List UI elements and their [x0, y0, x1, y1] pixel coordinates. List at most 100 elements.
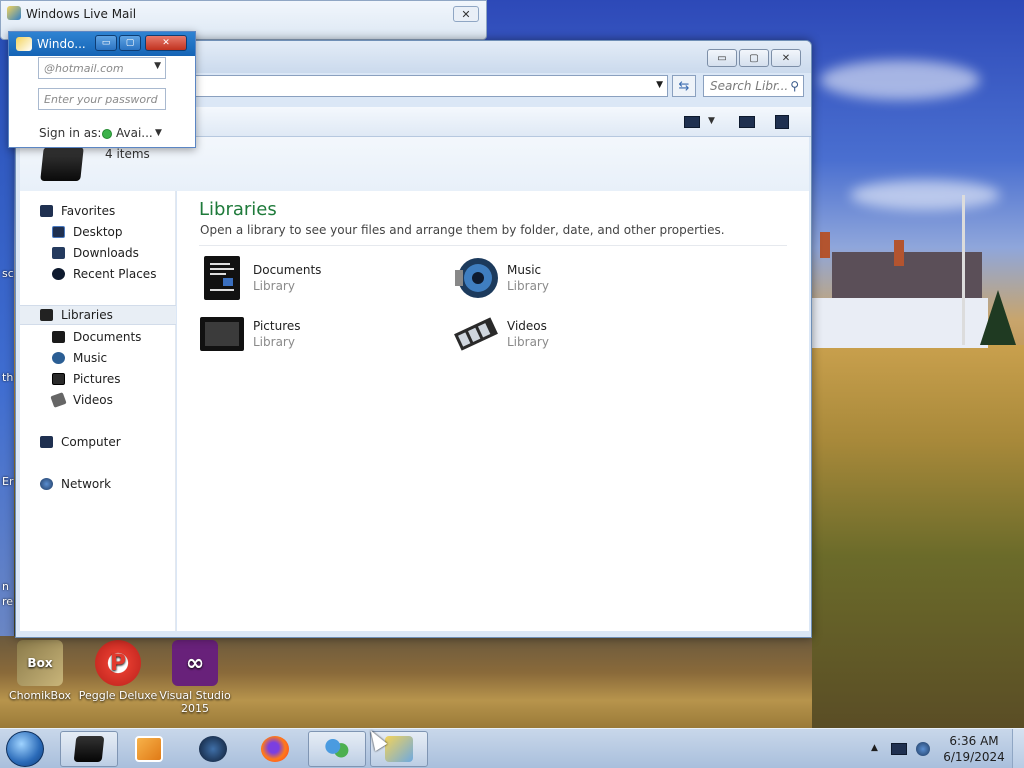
desktop-edge-text: n: [2, 580, 9, 593]
chevron-down-icon[interactable]: ▼: [154, 61, 161, 71]
music-icon: [52, 352, 65, 364]
recent-places-icon: [52, 268, 65, 280]
taskbar-file-explorer[interactable]: [60, 731, 118, 767]
taskbar-firefox[interactable]: [246, 731, 304, 767]
nav-label: Pictures: [73, 372, 121, 386]
library-name: Music: [507, 263, 542, 277]
libraries-icon: [40, 147, 84, 181]
show-desktop-button[interactable]: [1012, 729, 1024, 768]
desktop-icon: [52, 226, 65, 238]
sign-in-popup[interactable]: Windo... ▭ ▢ ✕ @hotmail.com ▼ Enter your…: [8, 31, 196, 148]
desktop-edge-text: Er: [2, 475, 14, 488]
nav-recent-places[interactable]: Recent Places: [20, 264, 176, 284]
nav-label: Videos: [73, 393, 113, 407]
nav-downloads[interactable]: Downloads: [20, 243, 176, 263]
library-item-music[interactable]: Music Library: [453, 255, 673, 305]
start-button[interactable]: [6, 731, 44, 767]
nav-libraries[interactable]: Libraries: [20, 305, 176, 325]
email-field[interactable]: @hotmail.com ▼: [38, 57, 166, 79]
desktop-icon-visual-studio[interactable]: ∞ Visual Studio 2015: [155, 640, 235, 715]
windows-live-mail-icon: [7, 6, 21, 20]
refresh-button[interactable]: ⇆: [672, 75, 696, 97]
nav-videos[interactable]: Videos: [20, 390, 176, 410]
search-icon[interactable]: ⚲: [790, 79, 799, 93]
library-type: Library: [507, 335, 549, 349]
taskbar-people[interactable]: [308, 731, 366, 767]
nav-network[interactable]: Network: [20, 474, 176, 494]
desktop-icon-label: Visual Studio 2015: [159, 689, 231, 715]
documents-icon: [52, 331, 65, 343]
taskbar: ▲ 6:36 AM 6/19/2024: [0, 728, 1024, 768]
nav-music[interactable]: Music: [20, 348, 176, 368]
firefox-icon: [261, 736, 289, 762]
windows-live-mail-icon: [385, 736, 413, 762]
password-placeholder: Enter your password: [44, 93, 158, 106]
library-item-documents[interactable]: Documents Library: [199, 255, 419, 305]
popup-title-bar[interactable]: Windo... ▭ ▢ ✕: [9, 32, 195, 56]
pictures-library-icon: [200, 317, 244, 351]
online-status-icon[interactable]: [102, 129, 112, 139]
desktop-icon-chomikbox[interactable]: Box ChomikBox: [0, 640, 80, 702]
search-placeholder: Search Libr...: [710, 79, 789, 93]
taskbar-browser[interactable]: [184, 731, 242, 767]
show-hidden-icons-icon[interactable]: ▲: [871, 743, 878, 753]
taskbar-media-player[interactable]: [120, 731, 178, 767]
network-icon: [40, 478, 53, 490]
nav-favorites[interactable]: Favorites: [20, 201, 176, 221]
chevron-down-icon[interactable]: ▼: [656, 80, 663, 90]
page-description: Open a library to see your files and arr…: [200, 223, 725, 237]
downloads-icon: [52, 247, 65, 259]
library-name: Documents: [253, 263, 322, 277]
close-button[interactable]: ✕: [771, 49, 801, 67]
clock[interactable]: 6:36 AM 6/19/2024: [936, 733, 1012, 765]
nav-documents[interactable]: Documents: [20, 327, 176, 347]
minimize-button[interactable]: ▭: [95, 35, 117, 51]
library-item-pictures[interactable]: Pictures Library: [199, 311, 419, 361]
help-icon[interactable]: [775, 115, 789, 129]
view-options-icon[interactable]: [684, 116, 700, 128]
minimize-button[interactable]: ▭: [707, 49, 737, 67]
wallpaper-meadow: [812, 345, 1024, 728]
action-center-icon[interactable]: [891, 743, 907, 755]
nav-label: Computer: [61, 435, 121, 449]
preview-pane-icon[interactable]: [739, 116, 755, 128]
wallpaper-tree: [980, 290, 1016, 345]
maximize-button[interactable]: ▢: [119, 35, 141, 51]
chomikbox-icon: Box: [17, 640, 63, 686]
nav-label: Desktop: [73, 225, 123, 239]
nav-label: Network: [61, 477, 112, 491]
maximize-button[interactable]: ▢: [739, 49, 769, 67]
nav-label: Documents: [73, 330, 142, 344]
desktop-icon-peggle[interactable]: P Peggle Deluxe: [78, 640, 158, 702]
favorites-icon: [40, 205, 53, 217]
nav-pictures[interactable]: Pictures: [20, 369, 176, 389]
visual-studio-icon: ∞: [172, 640, 218, 686]
library-type: Library: [253, 279, 295, 293]
library-name: Pictures: [253, 319, 301, 333]
nav-computer[interactable]: Computer: [20, 432, 176, 452]
library-name: Videos: [507, 319, 547, 333]
divider: [199, 245, 787, 246]
nav-label: Recent Places: [73, 267, 157, 281]
close-button[interactable]: ✕: [145, 35, 187, 51]
popup-title: Windo...: [37, 37, 86, 51]
content-pane: Libraries Open a library to see your fil…: [177, 191, 809, 631]
music-library-icon: [455, 258, 498, 298]
desktop-icon-label: Peggle Deluxe: [78, 689, 158, 702]
library-item-videos[interactable]: Videos Library: [453, 311, 673, 361]
media-player-icon: [135, 736, 163, 762]
chevron-down-icon[interactable]: ▼: [155, 128, 162, 138]
computer-icon: [40, 436, 53, 448]
search-input[interactable]: Search Libr... ⚲: [703, 75, 804, 97]
sign-in-as-label: Sign in as:: [39, 126, 102, 140]
chevron-down-icon[interactable]: ▼: [708, 116, 715, 126]
password-field[interactable]: Enter your password: [38, 88, 166, 110]
network-icon[interactable]: [916, 742, 930, 756]
close-button[interactable]: ✕: [453, 6, 479, 22]
refresh-icon: ⇆: [678, 78, 690, 94]
desktop-edge-text: th: [2, 371, 14, 384]
nav-desktop[interactable]: Desktop: [20, 222, 176, 242]
nav-label: Music: [73, 351, 108, 365]
window-title: Windows Live Mail: [26, 7, 137, 21]
status-select[interactable]: Avai...: [116, 126, 153, 140]
